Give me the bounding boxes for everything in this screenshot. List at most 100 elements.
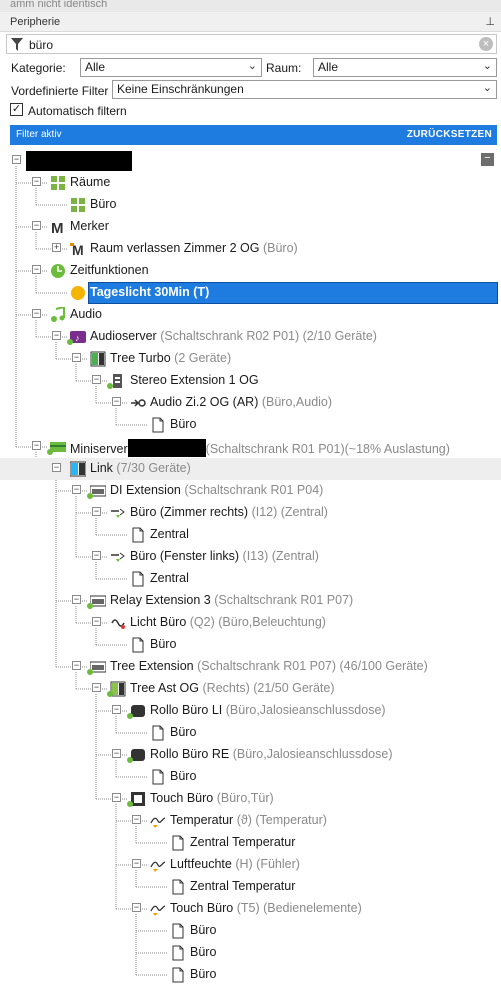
collapse-icon[interactable]: − xyxy=(92,683,101,692)
tree-item-name: Büro xyxy=(170,417,197,431)
filter-funnel-icon xyxy=(11,38,23,51)
tree-row[interactable]: − Rollo Büro LI (Büro,Jalosieanschlussdos… xyxy=(0,700,501,722)
tree-item-name: Audio xyxy=(70,307,102,321)
tree-item-details: (T5) (Bedienelemente) xyxy=(236,901,362,915)
tree-row[interactable]: Zentral xyxy=(0,524,501,546)
tree-item-details: (Schaltschrank R01 P07) xyxy=(214,593,354,607)
tree-row[interactable]: − Tree Turbo (2 Geräte) xyxy=(0,348,501,370)
tree-item-name: Relay Extension 3 xyxy=(110,593,211,607)
collapse-icon[interactable]: − xyxy=(92,551,101,560)
tree-item-name: Rollo Büro LI xyxy=(150,703,223,717)
pin-icon[interactable]: ⊥ xyxy=(485,15,495,28)
collapse-icon[interactable]: − xyxy=(92,617,101,626)
auto-filter-checkbox[interactable]: ✓ xyxy=(10,103,23,116)
predefined-filter-value: Keine Einschränkungen xyxy=(117,82,244,96)
collapse-icon[interactable]: − xyxy=(92,507,101,516)
tree-item-label: Link (7/30 Geräte) xyxy=(90,461,191,475)
tree-row[interactable]: Büro xyxy=(0,964,501,986)
tree-row[interactable]: Büro xyxy=(0,414,501,436)
collapse-icon[interactable]: − xyxy=(72,353,81,362)
collapse-icon[interactable]: − xyxy=(52,463,61,472)
tree-row[interactable]: − Luftfeuchte (H) (Fühler) xyxy=(0,854,501,876)
collapse-icon[interactable]: − xyxy=(52,331,61,340)
tree-item-label: Tree Extension (Schaltschrank R01 P07) (… xyxy=(110,659,428,673)
collapse-icon[interactable]: − xyxy=(132,815,141,824)
collapse-icon[interactable]: − xyxy=(32,309,41,318)
tree-row[interactable]: − Rollo Büro RE (Büro,Jalosieanschlussdos… xyxy=(0,744,501,766)
collapse-icon[interactable]: − xyxy=(132,903,141,912)
tree-row[interactable]: − xyxy=(0,150,501,172)
document-icon xyxy=(130,571,146,587)
collapse-icon[interactable]: − xyxy=(32,441,41,450)
tree-row[interactable]: − Büro (Zimmer rechts) (I12) (Zentral) xyxy=(0,502,501,524)
tree-row[interactable]: − Tree Extension (Schaltschrank R01 P07) … xyxy=(0,656,501,678)
tree-row[interactable]: − M Merker xyxy=(0,216,501,238)
document-icon xyxy=(150,725,166,741)
tree-row[interactable]: Büro xyxy=(0,722,501,744)
collapse-icon[interactable]: − xyxy=(112,793,121,802)
panel-title: Peripherie xyxy=(10,16,61,28)
category-label: Kategorie: xyxy=(11,61,66,75)
status-ok-dot xyxy=(87,669,93,675)
predefined-filter-select[interactable]: Keine Einschränkungen ⌄ xyxy=(112,80,497,99)
room-select[interactable]: Alle ⌄ xyxy=(313,58,497,77)
tree-row[interactable]: − Miniserver (Schaltschrank R01 P01)(~18% … xyxy=(0,436,501,458)
collapse-icon[interactable]: − xyxy=(112,397,121,406)
search-input[interactable]: büro × xyxy=(6,34,497,54)
tree-row[interactable]: − Audio Zi.2 OG (AR) (Büro,Audio) xyxy=(0,392,501,414)
tree-row[interactable]: − Touch Büro (T5) (Bedienelemente) xyxy=(0,898,501,920)
tree-row[interactable]: Büro xyxy=(0,194,501,216)
collapse-icon[interactable]: − xyxy=(132,859,141,868)
tree-row[interactable]: Büro xyxy=(0,942,501,964)
tree-row[interactable]: + M Raum verlassen Zimmer 2 OG (Büro) xyxy=(0,238,501,260)
clear-search-icon[interactable]: × xyxy=(479,37,493,51)
tree-row[interactable]: − Zeitfunktionen xyxy=(0,260,501,282)
tree-row[interactable]: − Büro (Fenster links) (I13) (Zentral) xyxy=(0,546,501,568)
collapse-icon[interactable]: − xyxy=(112,749,121,758)
category-select[interactable]: Alle ⌄ xyxy=(80,58,262,77)
collapse-icon[interactable]: − xyxy=(112,705,121,714)
redacted-serial xyxy=(127,439,206,457)
tree-row[interactable]: − Audio xyxy=(0,304,501,326)
tree-row[interactable]: − Tree Ast OG (Rechts) (21/50 Geräte) xyxy=(0,678,501,700)
document-icon xyxy=(170,945,186,961)
tree-item-label: Büro xyxy=(170,769,196,783)
tree-item-name: Büro (Zimmer rechts) xyxy=(130,505,249,519)
collapse-icon[interactable]: − xyxy=(72,595,81,604)
tree-item-name: Link xyxy=(90,461,113,475)
tree-item-label: Büro xyxy=(170,417,196,431)
tree-row[interactable]: Büro xyxy=(0,920,501,942)
expand-icon[interactable]: + xyxy=(52,243,61,252)
collapse-icon[interactable]: − xyxy=(72,485,81,494)
tree-row[interactable]: − Licht Büro (Q2) (Büro,Beleuchtung) xyxy=(0,612,501,634)
collapse-icon[interactable]: − xyxy=(32,221,41,230)
collapse-icon[interactable]: − xyxy=(32,265,41,274)
collapse-icon[interactable]: − xyxy=(32,177,41,186)
tree-row[interactable]: − ♪ Audioserver (Schaltschrank R02 P01) (2… xyxy=(0,326,501,348)
tree-row[interactable]: Zentral xyxy=(0,568,501,590)
collapse-icon[interactable]: − xyxy=(12,155,21,164)
tree-row[interactable]: Tageslicht 30Min (T) xyxy=(0,282,501,304)
tree-item-label: Audioserver (Schaltschrank R02 P01) (2/1… xyxy=(90,329,377,343)
document-icon xyxy=(150,417,166,433)
tree-row[interactable]: − Räume xyxy=(0,172,501,194)
tree-item-name: DI Extension xyxy=(110,483,181,497)
tree-row[interactable]: − Link (7/30 Geräte) xyxy=(0,458,501,480)
reset-filter-button[interactable]: ZURÜCKSETZEN xyxy=(407,129,492,140)
tree-row[interactable]: Zentral Temperatur xyxy=(0,876,501,898)
tree-row[interactable]: − DI Extension (Schaltschrank R01 P04) xyxy=(0,480,501,502)
tree-row[interactable]: − Stereo Extension 1 OG xyxy=(0,370,501,392)
tree-item-label: Büro xyxy=(190,967,216,981)
tree-row[interactable]: Zentral Temperatur xyxy=(0,832,501,854)
tree-item-name: Tree Turbo xyxy=(110,351,171,365)
tree-item-label: Luftfeuchte (H) (Fühler) xyxy=(170,857,300,871)
collapse-icon[interactable]: − xyxy=(92,375,101,384)
collapse-icon[interactable]: − xyxy=(72,661,81,670)
tree-row[interactable]: Büro xyxy=(0,766,501,788)
tree-row[interactable]: Büro xyxy=(0,634,501,656)
tree-row[interactable]: − Temperatur (ϑ) (Temperatur) xyxy=(0,810,501,832)
category-value: Alle xyxy=(85,60,106,74)
tree-row[interactable]: − Touch Büro (Büro,Tür) xyxy=(0,788,501,810)
tree-item-name: Luftfeuchte xyxy=(170,857,232,871)
tree-row[interactable]: − Relay Extension 3 (Schaltschrank R01 P0… xyxy=(0,590,501,612)
